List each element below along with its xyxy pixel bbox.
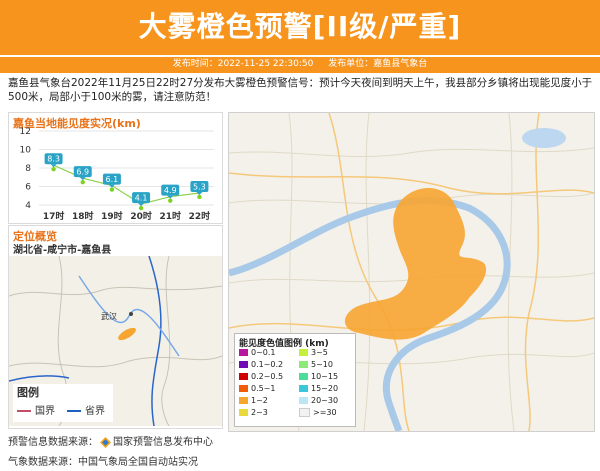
legend-item-5: 2~3 (239, 408, 268, 418)
legend-provincial-border: 省界 (67, 402, 105, 417)
x-tick-label: 21时 (159, 210, 181, 222)
y-tick-label: 6 (25, 183, 31, 193)
x-tick-label: 18时 (72, 210, 94, 222)
source1-value[interactable]: 国家预警信息发布中心 (113, 437, 213, 448)
legend-item-10: 20~30 (299, 396, 338, 406)
visibility-chart-card: 嘉鱼当地能见度实况(km) 4 6 8 10 12 17时 18时 19时 20时 21时 22时 8… (8, 112, 223, 224)
data-point (138, 205, 144, 211)
y-tick-label: 12 (20, 127, 31, 137)
location-legend-title: 图例 (17, 386, 39, 399)
value-label: 4.9 (164, 186, 177, 195)
publish-unit: 发布单位：嘉鱼县气象台 (328, 59, 428, 69)
legend-item-3: 0.5~1 (239, 384, 276, 394)
value-label: 6.9 (76, 168, 89, 177)
provincial-border-swatch (67, 410, 81, 412)
publish-time: 发布时间：2022-11-25 22:30:50 (172, 59, 314, 69)
city-label: 武汉 (101, 311, 117, 321)
y-tick-label: 10 (20, 146, 32, 156)
legend-item-4: 1~2 (239, 396, 268, 406)
data-point (197, 194, 202, 200)
x-tick-label: 17时 (43, 210, 65, 222)
location-legend: 图例 国界 省界 (13, 384, 113, 422)
legend-item-6: 3~5 (299, 348, 328, 358)
legend-item-1: 0.1~0.2 (239, 360, 283, 370)
legend-item-7: 5~10 (299, 360, 333, 370)
source1-label: 预警信息数据来源： (8, 437, 98, 448)
value-label: 8.3 (47, 155, 60, 164)
warning-center-logo-icon (100, 436, 111, 448)
y-tick-label: 4 (25, 201, 31, 211)
data-point (109, 187, 115, 192)
value-label: 5.3 (193, 182, 206, 191)
source-line-2: 气象数据来源：中国气象局全国自动站实况 (8, 457, 198, 468)
y-tick-label: 8 (25, 164, 31, 174)
data-point (51, 167, 56, 172)
warning-description: 嘉鱼县气象台2022年11月25日22时27分发布大雾橙色预警信号：预计今天夜间… (8, 77, 593, 103)
legend-item-0: 0~0.1 (239, 348, 276, 358)
source-line-1: 预警信息数据来源： 国家预警信息发布中心 (8, 433, 213, 448)
value-label: 6.1 (106, 175, 119, 184)
legend-item-11: >=30 (299, 408, 337, 418)
legend-national-border: 国界 (17, 402, 55, 417)
location-card: 定位概览 湖北省-咸宁市-嘉鱼县 武汉 图例 国界 省界 (8, 225, 223, 429)
national-border-swatch (17, 410, 31, 412)
warning-title: 大雾橙色预警[II级/严重] (138, 10, 462, 43)
x-tick-label: 20时 (130, 210, 152, 222)
visibility-legend: 能见度色值图例 (km) 0~0.1 0.1~0.2 0.2~0.5 0.5~1… (234, 333, 356, 427)
fog-area-map[interactable]: 能见度色值图例 (km) 0~0.1 0.1~0.2 0.2~0.5 0.5~1… (228, 112, 595, 432)
legend-item-8: 10~15 (299, 372, 338, 382)
x-tick-label: 22时 (189, 210, 211, 222)
data-point (80, 179, 85, 185)
legend-item-9: 15~20 (299, 384, 338, 394)
data-point (168, 198, 173, 203)
meta-row: 发布时间：2022-11-25 22:30:50 发布单位：嘉鱼县气象台 (0, 56, 600, 72)
legend-item-2: 0.2~0.5 (239, 372, 283, 382)
value-label: 4.1 (135, 194, 148, 203)
x-tick-label: 19时 (101, 210, 123, 222)
visibility-chart: 4 6 8 10 12 17时 18时 19时 20时 21时 22时 8.3 6.9 6.1 4.1 4.9… (20, 127, 214, 222)
location-path: 湖北省-咸宁市-嘉鱼县 (13, 245, 112, 256)
